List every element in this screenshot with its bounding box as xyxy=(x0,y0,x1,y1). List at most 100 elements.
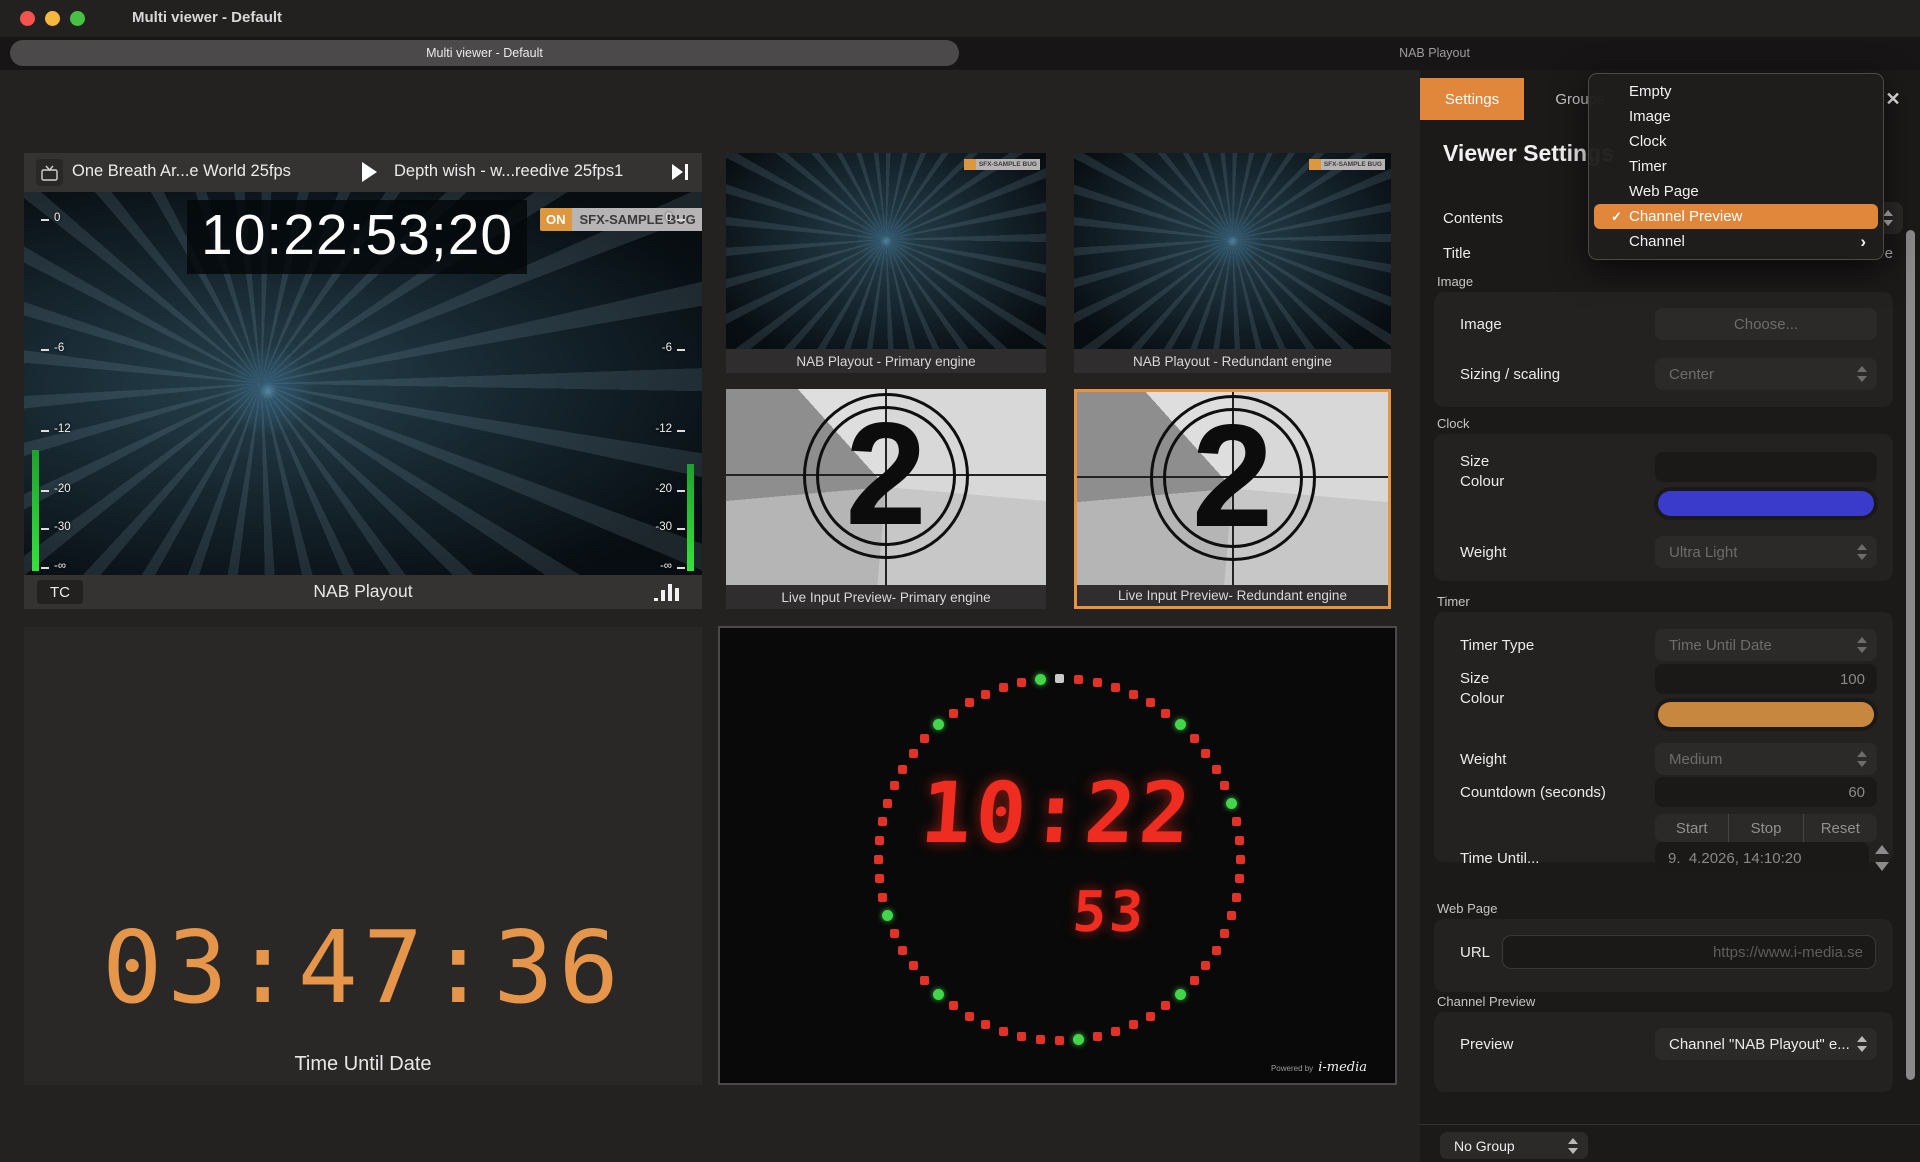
bug-badge-label: SFX-SAMPLE BUG xyxy=(976,159,1040,170)
field-value: 100 xyxy=(1840,671,1865,688)
viewer-tile-timer[interactable]: 03:47:36 Time Until Date xyxy=(24,627,702,1085)
tab-label: Settings xyxy=(1445,91,1499,108)
viewer-tab-bar: Multi viewer - Default NAB Playout xyxy=(0,37,1920,70)
ring-dot xyxy=(1161,1001,1170,1010)
tab-label: NAB Playout xyxy=(1399,46,1470,60)
ring-dot xyxy=(1201,749,1210,758)
reset-button[interactable]: Reset xyxy=(1803,814,1877,842)
ring-dot xyxy=(1129,690,1138,699)
channel-preview-section-label: Channel Preview xyxy=(1437,994,1535,1009)
viewer-tile-redundant-engine[interactable]: SFX-SAMPLE BUG NAB Playout - Redundant e… xyxy=(1074,153,1391,373)
timer-weight-popup[interactable]: Medium xyxy=(1655,743,1877,775)
sizing-scaling-popup[interactable]: Center xyxy=(1655,358,1877,390)
tab-nab-playout[interactable]: NAB Playout xyxy=(959,40,1910,66)
time-until-field[interactable]: 9. 4.2026, 14:10:20 xyxy=(1655,842,1869,874)
playout-footer: TC NAB Playout xyxy=(24,575,702,609)
ring-dot xyxy=(1111,1027,1120,1036)
stepper-icon xyxy=(1857,366,1867,382)
group-select-popup[interactable]: No Group xyxy=(1440,1132,1588,1159)
url-label: URL xyxy=(1460,935,1490,969)
clock-weight-popup[interactable]: Ultra Light xyxy=(1655,536,1877,568)
viewer-tile-clock[interactable]: 10:22 53 Powered byi-media xyxy=(718,626,1397,1085)
popup-value: Medium xyxy=(1655,751,1857,768)
field-value: 9. 4.2026, 14:10:20 xyxy=(1668,850,1801,867)
timer-section-label: Timer xyxy=(1437,594,1470,609)
caption-text: NAB Playout - Redundant engine xyxy=(1133,354,1332,369)
timer-type-label: Timer Type xyxy=(1460,629,1534,661)
ring-dot xyxy=(1190,976,1199,985)
viewer-tile-nab-playout[interactable]: One Breath Ar...e World 25fps Depth wish… xyxy=(24,153,702,609)
menu-item-image[interactable]: Image xyxy=(1594,104,1878,129)
zoom-window-button[interactable] xyxy=(70,11,85,26)
countdown-seconds-field[interactable]: 60 xyxy=(1655,777,1877,807)
ring-dot xyxy=(1190,734,1199,743)
date-stepper-icon[interactable] xyxy=(1872,844,1892,872)
stop-button[interactable]: Stop xyxy=(1728,814,1802,842)
ring-dot xyxy=(1055,674,1064,683)
meter-tick: -30 xyxy=(655,521,672,533)
ring-dot xyxy=(1055,1036,1064,1045)
viewer-tile-live-primary[interactable]: 2 Live Input Preview- Primary engine xyxy=(726,389,1046,609)
ring-dot-green xyxy=(1035,674,1046,685)
playout-header: One Breath Ar...e World 25fps Depth wish… xyxy=(24,153,702,192)
countdown-leader-preview: 2 xyxy=(1077,392,1388,585)
timer-colour-label: Colour xyxy=(1460,688,1504,708)
preview-channel-popup[interactable]: Channel "NAB Playout" e... xyxy=(1655,1028,1877,1060)
menu-item-web-page[interactable]: Web Page xyxy=(1594,179,1878,204)
timer-colour-well[interactable] xyxy=(1658,702,1874,727)
sfx-sample-bug-mini-badge: SFX-SAMPLE BUG xyxy=(964,159,1040,170)
timer-type-popup[interactable]: Time Until Date xyxy=(1655,629,1877,661)
menu-item-timer[interactable]: Timer xyxy=(1594,154,1878,179)
ring-dot xyxy=(999,1027,1008,1036)
tile-caption: Live Input Preview- Redundant engine xyxy=(1077,585,1388,606)
stepper-icon xyxy=(1568,1138,1578,1154)
menu-item-empty[interactable]: Empty xyxy=(1594,79,1878,104)
caption-text: NAB Playout - Primary engine xyxy=(796,354,975,369)
viewer-tile-primary-engine[interactable]: SFX-SAMPLE BUG NAB Playout - Primary eng… xyxy=(726,153,1046,373)
caption-text: Live Input Preview- Redundant engine xyxy=(1118,588,1347,603)
panel-scrollbar[interactable] xyxy=(1906,230,1915,1080)
tab-multi-viewer-default[interactable]: Multi viewer - Default xyxy=(10,40,959,66)
time-until-label: Time Until... xyxy=(1460,842,1539,874)
current-clip-name: One Breath Ar...e World 25fps xyxy=(72,162,291,181)
menu-item-channel-preview[interactable]: ✓ Channel Preview xyxy=(1594,204,1878,229)
on-badge xyxy=(964,159,976,170)
ring-dot xyxy=(981,690,990,699)
ring-dot xyxy=(1129,1020,1138,1029)
powered-by-logo: Powered byi-media xyxy=(1271,1060,1367,1075)
popup-value: Time Until Date xyxy=(1655,637,1857,654)
meter-tick: -20 xyxy=(54,483,71,495)
ring-dot xyxy=(965,1012,974,1021)
meter-tick: 0 xyxy=(54,212,60,224)
ring-dot xyxy=(1146,1012,1155,1021)
sfx-sample-bug-mini-badge: SFX-SAMPLE BUG xyxy=(1309,159,1385,170)
meter-tick: -30 xyxy=(54,521,71,533)
clock-colour-well[interactable] xyxy=(1658,491,1874,516)
url-input[interactable] xyxy=(1502,935,1876,969)
ring-dot-green xyxy=(933,719,944,730)
ring-dot xyxy=(949,1001,958,1010)
tab-settings[interactable]: Settings xyxy=(1420,78,1524,120)
stepper-icon xyxy=(1857,637,1867,653)
check-icon: ✓ xyxy=(1611,209,1625,225)
popup-value: Center xyxy=(1655,366,1857,383)
button-label: Choose... xyxy=(1655,316,1877,333)
engine-video-preview xyxy=(726,153,1046,349)
close-window-button[interactable] xyxy=(20,11,35,26)
popup-value: No Group xyxy=(1440,1138,1568,1154)
minimize-window-button[interactable] xyxy=(45,11,60,26)
popup-value: Ultra Light xyxy=(1655,544,1857,561)
timer-weight-label: Weight xyxy=(1460,743,1506,775)
ring-dot-green xyxy=(933,989,944,1000)
viewer-tile-live-redundant[interactable]: 2 Live Input Preview- Redundant engine xyxy=(1074,389,1391,609)
clock-size-field[interactable] xyxy=(1655,452,1877,482)
menu-item-clock[interactable]: Clock xyxy=(1594,129,1878,154)
choose-image-button[interactable]: Choose... xyxy=(1655,308,1877,340)
panel-divider xyxy=(1420,1124,1920,1125)
audio-levels-icon[interactable] xyxy=(654,583,682,601)
menu-item-channel[interactable]: Channel › xyxy=(1594,229,1878,254)
timer-size-field[interactable]: 100 xyxy=(1655,664,1877,694)
ring-dot xyxy=(898,946,907,955)
ring-dot xyxy=(1146,698,1155,707)
start-button[interactable]: Start xyxy=(1655,814,1728,842)
